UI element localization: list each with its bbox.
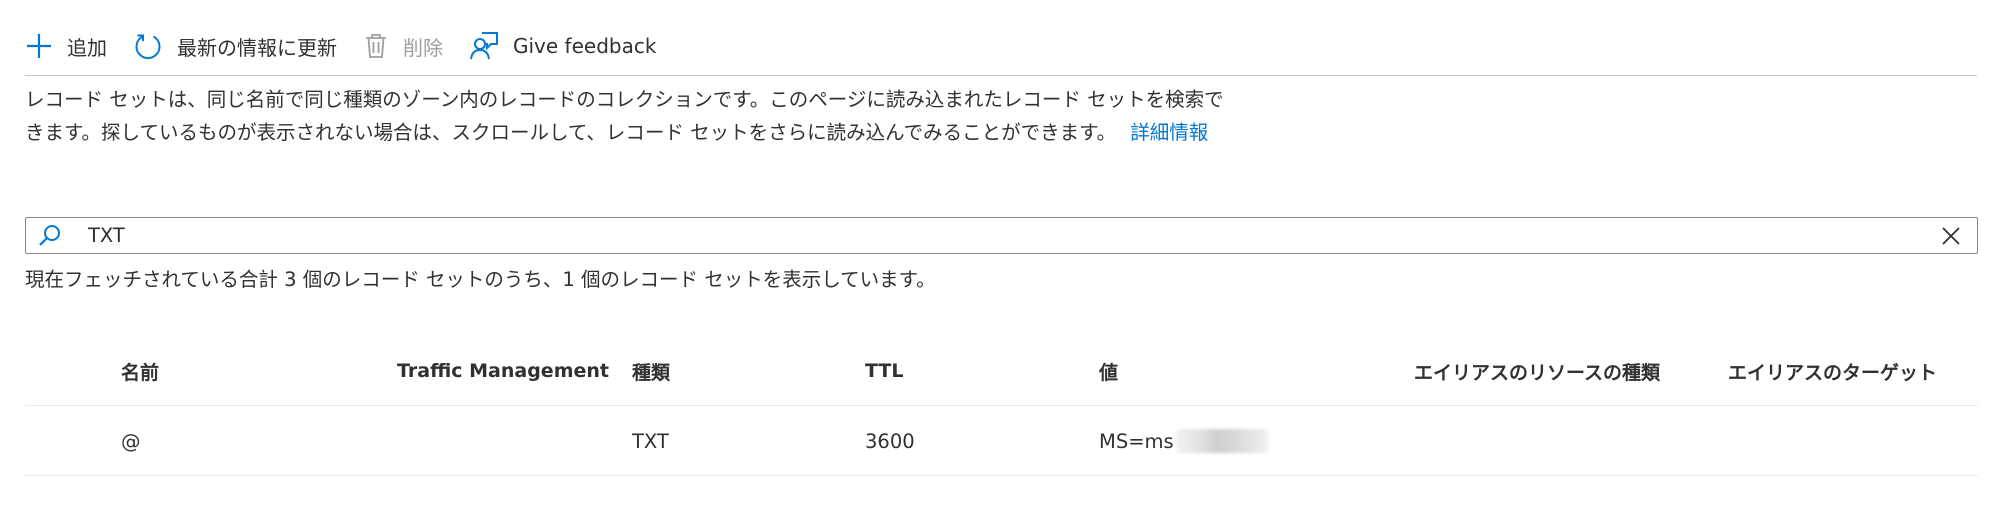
cell-value: MS=ms [1099,406,1268,476]
plus-icon [25,32,53,60]
close-icon[interactable] [1931,218,1971,253]
column-header-value[interactable]: 値 [1099,336,1118,406]
cell-value-text: MS=ms [1099,429,1174,453]
column-header-alias-target[interactable]: エイリアスのターゲット [1728,336,1937,406]
command-bar: 追加 最新の情報に更新 削除 Give feedback [25,22,656,70]
record-sets-table: 名前 Traffic Management 種類 TTL 値 エイリアスのリソー… [25,336,1978,476]
redacted-value [1175,429,1268,453]
result-summary: 現在フェッチされている合計 3 個のレコード セットのうち、1 個のレコード セ… [25,268,936,291]
cell-ttl: 3600 [865,429,915,453]
column-header-type[interactable]: 種類 [632,336,670,406]
refresh-icon [133,31,163,61]
feedback-icon [469,31,499,61]
refresh-button[interactable]: 最新の情報に更新 [133,31,337,61]
column-header-name[interactable]: 名前 [121,336,159,406]
search-input[interactable] [70,218,1931,253]
add-button[interactable]: 追加 [25,32,107,61]
cell-name[interactable]: @ [121,406,141,476]
cell-type: TXT [632,429,669,453]
record-sets-page: 追加 最新の情報に更新 削除 Give feedback レコード セットは、同… [0,0,2000,513]
delete-label: 削除 [403,35,443,60]
column-header-alias-resource-type[interactable]: エイリアスのリソースの種類 [1414,336,1660,406]
page-description: レコード セットは、同じ名前で同じ種類のゾーン内のレコードのコレクションです。こ… [25,83,1235,149]
trash-icon [363,32,389,60]
learn-more-link[interactable]: 詳細情報 [1130,121,1208,144]
description-text: レコード セットは、同じ名前で同じ種類のゾーン内のレコードのコレクションです。こ… [25,88,1224,144]
search-box [25,217,1978,254]
give-feedback-label: Give feedback [513,34,657,58]
give-feedback-button[interactable]: Give feedback [469,31,656,61]
delete-button[interactable]: 削除 [363,32,443,61]
search-icon [30,218,70,253]
column-header-ttl[interactable]: TTL [865,336,903,406]
refresh-label: 最新の情報に更新 [177,35,337,60]
add-label: 追加 [67,35,107,60]
table-row[interactable]: @ TXT 3600 MS=ms [25,406,1978,476]
toolbar-divider [25,75,1977,76]
table-header: 名前 Traffic Management 種類 TTL 値 エイリアスのリソー… [25,336,1978,406]
column-header-traffic-management[interactable]: Traffic Management [397,336,609,406]
